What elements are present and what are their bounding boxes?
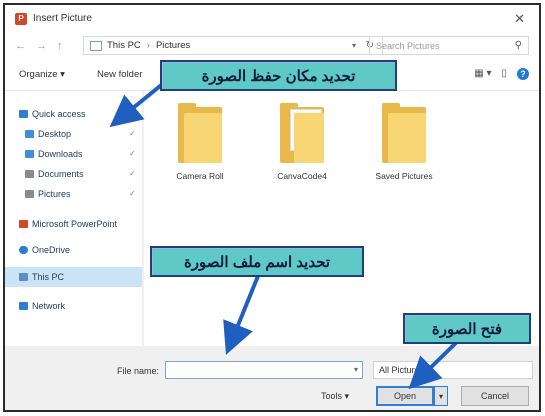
star-icon — [19, 110, 28, 118]
navigation-bar: ← → ↑ This PC › Pictures ▾ ↻ Search Pict… — [5, 32, 539, 60]
pin-icon: ✓ — [129, 149, 136, 158]
chevron-down-icon[interactable]: ▾ — [354, 365, 358, 374]
help-icon[interactable]: ? — [517, 68, 529, 80]
sidebar-item-this-pc[interactable]: This PC — [19, 272, 64, 282]
view-options-icon[interactable]: ▦ ▾ — [474, 68, 491, 80]
sidebar-item-quick-access[interactable]: Quick access — [19, 109, 86, 119]
close-icon[interactable]: ✕ — [514, 11, 525, 27]
title-bar: P Insert Picture ✕ — [5, 5, 539, 32]
dialog-footer: File name: ▾ All Pictures Tools ▾ Open ▾… — [5, 346, 539, 410]
sidebar-item-downloads[interactable]: Downloads — [25, 149, 83, 159]
navigation-pane: Quick access Desktop ✓ Downloads ✓ Docum… — [5, 91, 142, 346]
file-list: Camera Roll CanvaCode4 Saved Pictures — [145, 91, 539, 346]
file-type-value: All Pictures — [379, 365, 425, 375]
sidebar-item-onedrive[interactable]: OneDrive — [19, 245, 70, 255]
folder-icon — [178, 103, 222, 163]
folder-saved-pictures[interactable]: Saved Pictures — [369, 103, 439, 181]
address-bar[interactable]: This PC › Pictures ▾ ↻ — [83, 36, 383, 55]
folder-icon — [382, 103, 426, 163]
document-icon — [25, 170, 34, 178]
network-icon — [19, 302, 28, 310]
back-arrow-icon[interactable]: ← — [15, 40, 26, 52]
preview-pane-icon[interactable]: ▯ — [501, 68, 507, 80]
forward-arrow-icon[interactable]: → — [36, 40, 47, 52]
breadcrumb-this-pc[interactable]: This PC — [107, 40, 141, 51]
breadcrumb-pictures[interactable]: Pictures — [156, 40, 190, 51]
sidebar-item-label: Microsoft PowerPoint — [32, 219, 118, 229]
tools-menu[interactable]: Tools ▾ — [321, 391, 349, 402]
sidebar-item-label: Network — [32, 301, 66, 311]
sidebar-item-label: Desktop — [38, 129, 72, 139]
powerpoint-icon: P — [15, 12, 27, 25]
callout-open-picture: فتح الصورة — [403, 313, 531, 344]
folder-label: CanvaCode4 — [277, 171, 327, 181]
pin-icon: ✓ — [129, 129, 136, 138]
folder-label: Saved Pictures — [375, 171, 433, 181]
cloud-icon — [19, 246, 28, 254]
sidebar-item-network[interactable]: Network — [19, 301, 65, 311]
sidebar-item-desktop[interactable]: Desktop — [25, 129, 71, 139]
folder-canvacode4[interactable]: CanvaCode4 — [267, 103, 337, 181]
new-folder-button[interactable]: New folder — [97, 69, 142, 80]
open-options-button[interactable]: ▾ — [434, 386, 448, 406]
desktop-icon — [25, 130, 34, 138]
window-title: Insert Picture — [33, 13, 92, 24]
folder-label: Camera Roll — [176, 171, 224, 181]
sidebar-item-label: Quick access — [32, 109, 86, 119]
folder-camera-roll[interactable]: Camera Roll — [165, 103, 235, 181]
computer-icon — [19, 273, 28, 281]
search-icon: ⚲ — [514, 40, 522, 51]
sidebar-item-powerpoint[interactable]: Microsoft PowerPoint — [19, 219, 117, 229]
view-controls: ▦ ▾ ▯ ? — [474, 68, 529, 80]
file-type-select[interactable]: All Pictures — [373, 361, 533, 379]
sidebar-item-pictures[interactable]: Pictures — [25, 189, 71, 199]
this-pc-icon — [90, 40, 102, 51]
organize-button[interactable]: Organize ▾ — [19, 69, 65, 80]
pin-icon: ✓ — [129, 189, 136, 198]
breadcrumb-separator: › — [146, 40, 150, 51]
folder-icon — [280, 103, 324, 163]
chevron-down-icon[interactable]: ▾ — [352, 41, 356, 50]
sidebar-item-label: Documents — [38, 169, 84, 179]
powerpoint-icon — [19, 220, 28, 228]
open-button[interactable]: Open — [376, 386, 434, 406]
sidebar-item-label: Pictures — [38, 189, 71, 199]
pin-icon: ✓ — [129, 169, 136, 178]
callout-save-location: تحديد مكان حفظ الصورة — [160, 60, 397, 91]
pane-divider — [142, 91, 144, 346]
sidebar-item-label: This PC — [32, 272, 65, 282]
sidebar-item-label: Downloads — [38, 149, 83, 159]
file-name-label: File name: — [117, 366, 160, 376]
callout-file-name: تحديد اسم ملف الصورة — [150, 246, 364, 277]
search-placeholder: Search Pictures — [376, 40, 440, 51]
sidebar-item-documents[interactable]: Documents — [25, 169, 84, 179]
sidebar-item-label: OneDrive — [32, 245, 71, 255]
pictures-icon — [25, 190, 34, 198]
up-arrow-icon[interactable]: ↑ — [57, 40, 63, 52]
search-input[interactable]: Search Pictures ⚲ — [369, 36, 529, 55]
download-icon — [25, 150, 34, 158]
cancel-button[interactable]: Cancel — [461, 386, 529, 406]
file-name-input[interactable]: ▾ — [165, 361, 363, 379]
